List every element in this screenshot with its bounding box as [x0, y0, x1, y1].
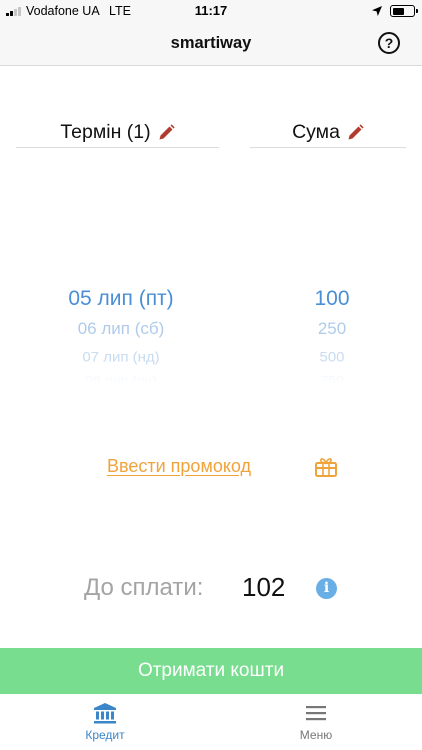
payment-label: До сплати: [84, 574, 204, 601]
status-time: 11:17 [194, 3, 228, 18]
sum-label: Сума [292, 121, 340, 143]
hamburger-icon [306, 706, 326, 721]
sum-option[interactable]: 250 [262, 314, 402, 343]
sum-option-selected[interactable]: 100 [262, 284, 402, 314]
help-button[interactable]: ? [378, 32, 400, 54]
date-option[interactable]: 08 лип (пн) [16, 374, 226, 383]
date-picker[interactable]: 05 лип (пт) 06 лип (сб) 07 лип (нд) 08 л… [16, 284, 226, 384]
tab-credit-label: Кредит [85, 728, 125, 742]
status-bar: Vodafone UA LTE 11:17 [0, 0, 422, 22]
pencil-icon[interactable] [158, 124, 175, 141]
sum-picker[interactable]: 100 250 500 750 [262, 284, 402, 384]
payment-amount: 102 [242, 572, 286, 602]
battery-icon [390, 5, 418, 17]
term-header[interactable]: Термін (1) [16, 118, 219, 148]
app-title: smartiway [170, 34, 252, 52]
tab-bar: Кредит Меню [0, 694, 422, 750]
tab-menu-label: Меню [299, 728, 333, 742]
pencil-icon[interactable] [347, 124, 364, 141]
sum-header[interactable]: Сума [250, 118, 406, 148]
term-label: Термін (1) [60, 121, 151, 143]
promo-code-link[interactable]: Ввести промокод [107, 456, 251, 477]
bank-icon [94, 703, 116, 724]
gift-icon[interactable] [314, 456, 338, 478]
tab-menu[interactable]: Меню [256, 702, 376, 742]
location-arrow-icon [372, 6, 382, 16]
info-icon[interactable]: i [316, 578, 337, 599]
date-option-selected[interactable]: 05 лип (пт) [16, 284, 226, 314]
tab-credit[interactable]: Кредит [45, 702, 165, 742]
navigation-bar: smartiway ? [0, 22, 422, 66]
battery-level [392, 7, 404, 15]
date-option[interactable]: 07 лип (нд) [16, 344, 226, 370]
sum-option[interactable]: 500 [262, 344, 402, 370]
date-option[interactable]: 06 лип (сб) [16, 314, 226, 343]
get-money-button[interactable]: Отримати кошти [0, 648, 422, 694]
sum-option[interactable]: 750 [262, 374, 402, 383]
